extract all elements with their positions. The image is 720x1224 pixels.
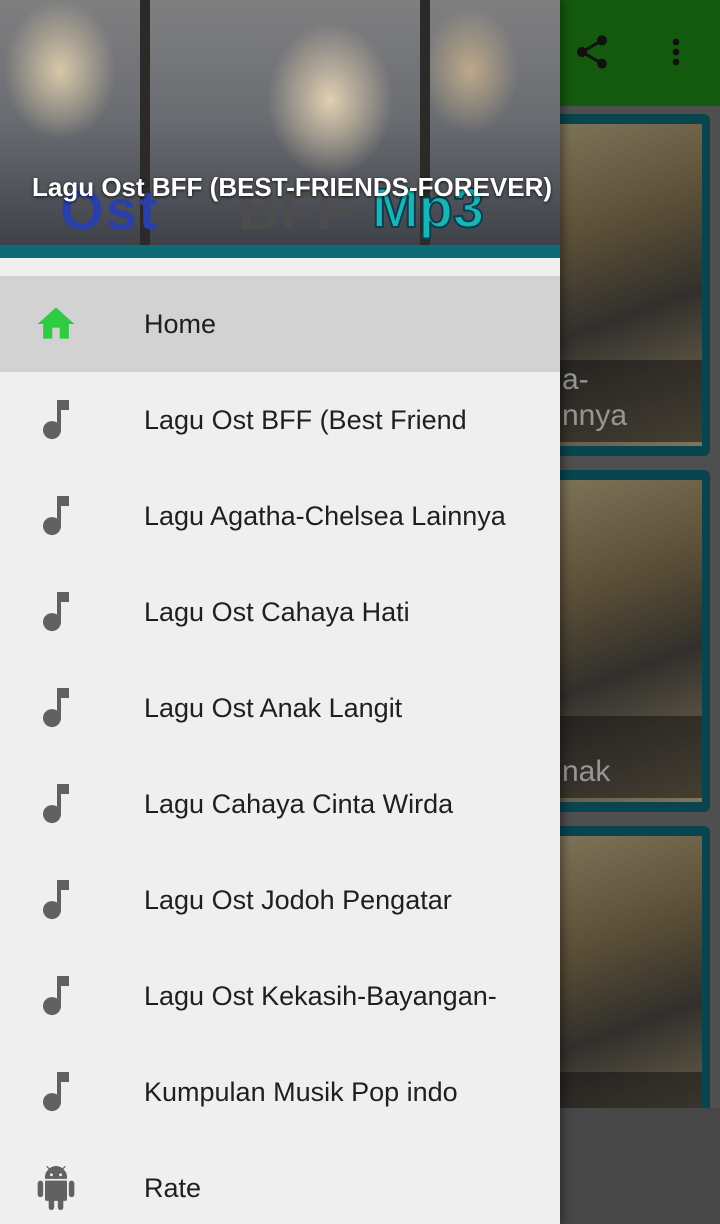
music-note-icon xyxy=(34,972,78,1020)
menu-item-label: Lagu Agatha-Chelsea Lainnya xyxy=(144,500,506,531)
menu-item-musik-pop-indo[interactable]: Kumpulan Musik Pop indo xyxy=(0,1044,560,1140)
menu-item-rate[interactable]: Rate xyxy=(0,1140,560,1224)
menu-item-agatha-chelsea[interactable]: Lagu Agatha-Chelsea Lainnya xyxy=(0,468,560,564)
header-accent-strip xyxy=(0,245,560,258)
menu-item-label: Lagu Ost Anak Langit xyxy=(144,692,403,723)
drawer-header: Ost BFF Mp3 Lagu Ost BFF (BEST-FRIENDS-F… xyxy=(0,0,560,258)
menu-item-kekasih-bayangan[interactable]: Lagu Ost Kekasih-Bayangan- xyxy=(0,948,560,1044)
music-note-icon xyxy=(34,588,78,636)
menu-item-label: Rate xyxy=(144,1172,202,1203)
music-note-icon xyxy=(34,492,78,540)
menu-item-jodoh-pengatar[interactable]: Lagu Ost Jodoh Pengatar xyxy=(0,852,560,948)
menu-item-cahaya-cinta-wirda[interactable]: Lagu Cahaya Cinta Wirda xyxy=(0,756,560,852)
drawer-header-title: Lagu Ost BFF (BEST-FRIENDS-FOREVER) xyxy=(32,172,552,202)
menu-item-cahaya-hati[interactable]: Lagu Ost Cahaya Hati xyxy=(0,564,560,660)
menu-item-lagu-ost-bff[interactable]: Lagu Ost BFF (Best Friend xyxy=(0,372,560,468)
music-note-icon xyxy=(34,780,78,828)
menu-item-label: Home xyxy=(144,308,217,339)
menu-item-label: Kumpulan Musik Pop indo xyxy=(144,1076,458,1107)
android-icon xyxy=(34,1164,78,1212)
menu-item-anak-langit[interactable]: Lagu Ost Anak Langit xyxy=(0,660,560,756)
menu-item-label: Lagu Ost Cahaya Hati xyxy=(144,596,410,627)
drawer-menu: Home Lagu Ost BFF (Best Friend Lagu Agat… xyxy=(0,276,560,1224)
menu-item-label: Lagu Ost Kekasih-Bayangan- xyxy=(144,980,497,1011)
music-note-icon xyxy=(34,876,78,924)
home-icon xyxy=(34,300,78,348)
music-note-icon xyxy=(34,1068,78,1116)
menu-item-home[interactable]: Home xyxy=(0,276,560,372)
music-note-icon xyxy=(34,684,78,732)
menu-item-label: Lagu Ost BFF (Best Friend xyxy=(144,404,467,435)
menu-item-label: Lagu Ost Jodoh Pengatar xyxy=(144,884,452,915)
menu-item-label: Lagu Cahaya Cinta Wirda xyxy=(144,788,454,819)
navigation-drawer: Ost BFF Mp3 Lagu Ost BFF (BEST-FRIENDS-F… xyxy=(0,0,560,1224)
music-note-icon xyxy=(34,396,78,444)
